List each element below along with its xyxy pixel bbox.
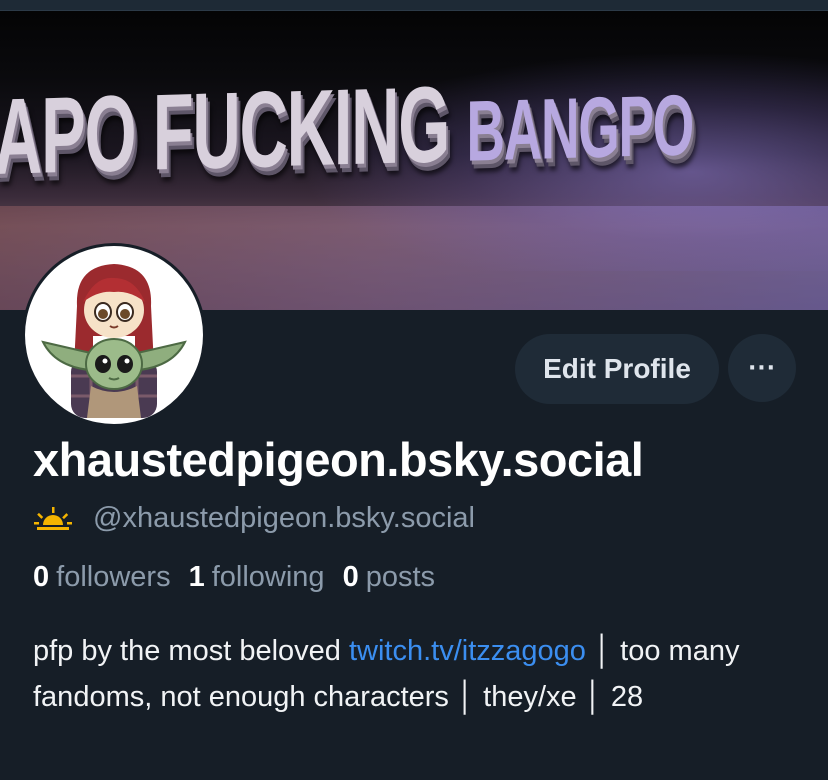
- posts-label: posts: [365, 561, 436, 593]
- bio-link[interactable]: twitch.tv/itzzagogo: [349, 635, 586, 667]
- posts-stat: 0 posts: [343, 561, 435, 594]
- following-stat[interactable]: 1 following: [189, 561, 325, 594]
- posts-count: 0: [342, 561, 359, 593]
- bio-text-1: pfp by the most beloved: [33, 635, 349, 667]
- banner-text-fade: BANGPO: [466, 77, 694, 180]
- sunrise-icon: [34, 507, 72, 530]
- profile-stats: 0 followers 1 following 0 posts: [33, 561, 453, 594]
- avatar-illustration: [41, 264, 187, 418]
- banner-text-main: APO FUCKING: [0, 62, 467, 197]
- more-options-button[interactable]: ···: [728, 334, 796, 402]
- following-count: 1: [188, 561, 205, 593]
- top-bar: [0, 0, 828, 11]
- banner-text: APO FUCKING BANGPO: [0, 63, 694, 197]
- profile-bio: pfp by the most beloved twitch.tv/itzzag…: [33, 628, 813, 720]
- avatar[interactable]: [22, 243, 206, 427]
- followers-stat[interactable]: 0 followers: [33, 561, 171, 594]
- avatar-image: [25, 246, 203, 424]
- edit-profile-button[interactable]: Edit Profile: [515, 334, 719, 404]
- following-label: following: [211, 561, 325, 593]
- display-name: xhaustedpigeon.bsky.social: [33, 433, 644, 486]
- handle-row: @xhaustedpigeon.bsky.social: [33, 500, 475, 536]
- followers-label: followers: [56, 561, 171, 593]
- handle[interactable]: @xhaustedpigeon.bsky.social: [93, 502, 475, 535]
- followers-count: 0: [33, 561, 50, 593]
